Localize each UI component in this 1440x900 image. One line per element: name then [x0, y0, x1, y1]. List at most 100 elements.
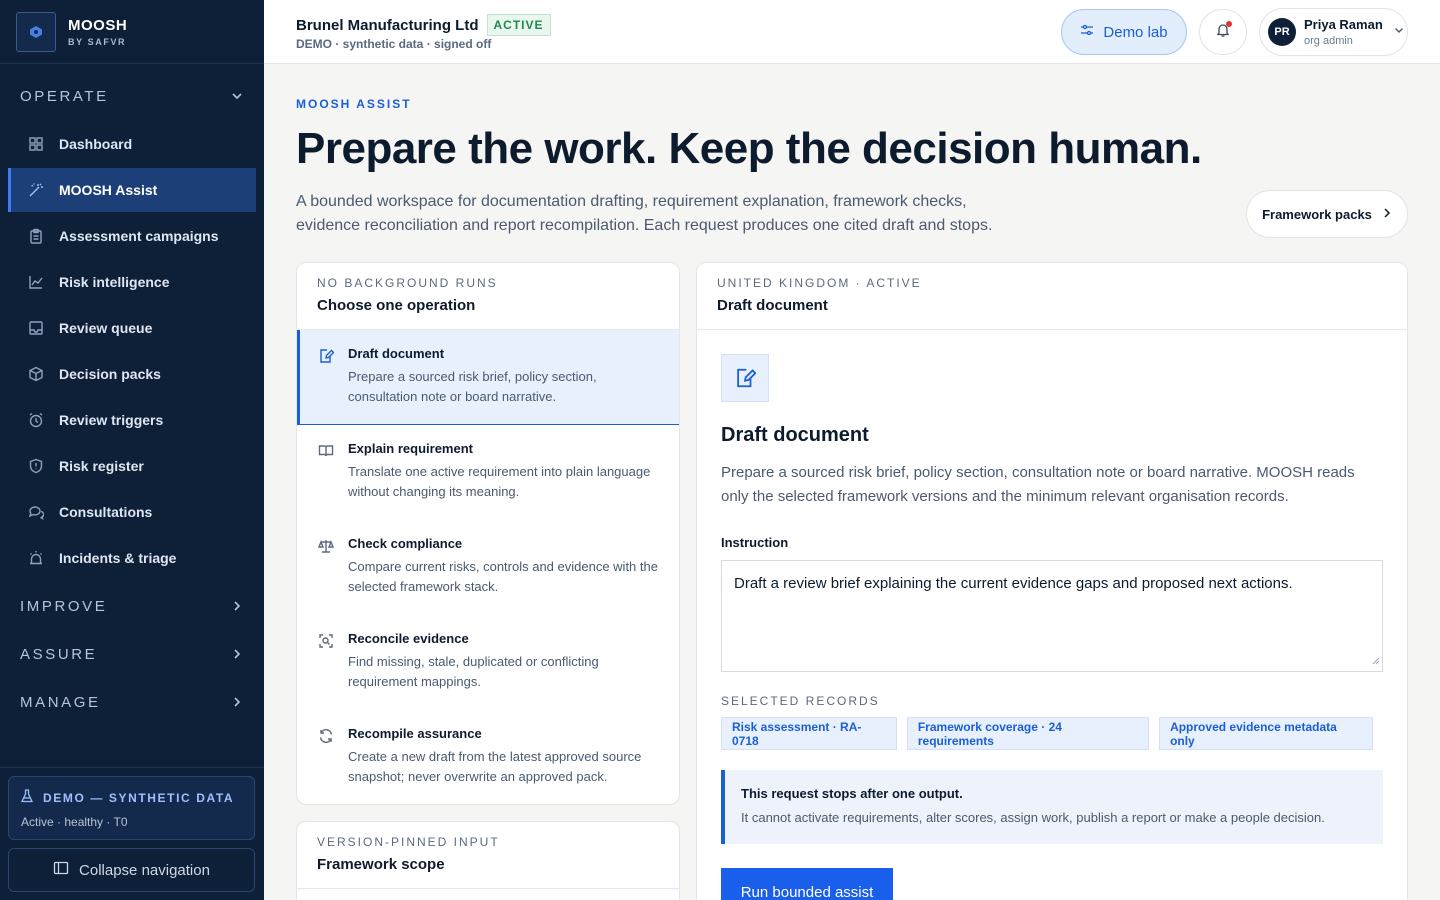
status-badge: ACTIVE	[486, 14, 551, 36]
notice-title: This request stops after one output.	[741, 786, 963, 801]
demo-lab-label: Demo lab	[1103, 23, 1168, 41]
record-chip[interactable]: Approved evidence metadata only	[1159, 717, 1373, 750]
sidebar-panel-icon	[53, 861, 69, 879]
sidebar-item-review-queue[interactable]: Review queue	[8, 306, 256, 350]
sidebar-item-label: Review triggers	[59, 412, 164, 428]
operation-title: Explain requirement	[348, 441, 473, 456]
collapse-navigation-button[interactable]: Collapse navigation	[8, 848, 255, 892]
sidebar-item-label: Decision packs	[59, 366, 161, 382]
siren-icon	[27, 549, 45, 567]
detail-description: Prepare a sourced risk brief, policy sec…	[721, 464, 1355, 505]
operation-reconcile-evidence[interactable]: Reconcile evidence Find missing, stale, …	[297, 615, 679, 710]
nav-group-label: MANAGE	[20, 693, 101, 711]
demo-status: Active · healthy · T0	[21, 815, 128, 829]
record-chip[interactable]: Risk assessment · RA-0718	[721, 717, 897, 750]
nav-group-assure[interactable]: ASSURE	[0, 630, 264, 678]
operation-explain-requirement[interactable]: Explain requirement Translate one active…	[297, 425, 679, 520]
nav-group-operate[interactable]: OPERATE	[0, 72, 264, 120]
sidebar-item-risk-intelligence[interactable]: Risk intelligence	[8, 260, 256, 304]
demo-status-box[interactable]: DEMO — SYNTHETIC DATA Active · healthy ·…	[8, 776, 255, 840]
alarm-clock-icon	[27, 411, 45, 429]
scales-icon	[317, 538, 335, 559]
edit-document-icon	[721, 354, 769, 402]
notifications-button[interactable]	[1199, 9, 1247, 55]
detail-card: UNITED KINGDOM · ACTIVE Draft document D…	[696, 262, 1408, 900]
operation-draft-document[interactable]: Draft document Prepare a sourced risk br…	[297, 330, 679, 425]
operation-recompile-assurance[interactable]: Recompile assurance Create a new draft f…	[297, 710, 679, 804]
sidebar-item-label: Assessment campaigns	[59, 228, 219, 244]
sidebar-item-decision-packs[interactable]: Decision packs	[8, 352, 256, 396]
open-book-icon	[318, 443, 334, 464]
chevron-down-icon	[232, 93, 242, 100]
card-eyebrow: UNITED KINGDOM · ACTIVE	[717, 276, 922, 290]
selected-records-label: SELECTED RECORDS	[721, 694, 880, 708]
resize-handle-icon[interactable]	[1372, 652, 1380, 669]
sidebar: MOOSH BY SAFVR OPERATE Dashboard MOOSH A…	[0, 0, 264, 900]
nav-group-label: IMPROVE	[20, 597, 108, 615]
sidebar-divider	[0, 767, 264, 768]
user-role: org admin	[1304, 35, 1353, 47]
sidebar-item-review-triggers[interactable]: Review triggers	[8, 398, 256, 442]
clipboard-icon	[27, 227, 45, 245]
sidebar-item-label: Risk intelligence	[59, 274, 170, 290]
record-chip[interactable]: Framework coverage · 24 requirements	[906, 717, 1150, 750]
nav-group-label: ASSURE	[20, 645, 98, 663]
brand-name: MOOSH	[68, 16, 128, 34]
operation-title: Recompile assurance	[348, 726, 482, 741]
operation-desc: Create a new draft from the latest appro…	[348, 749, 642, 784]
sidebar-item-assessment-campaigns[interactable]: Assessment campaigns	[8, 214, 256, 258]
operation-check-compliance[interactable]: Check compliance Compare current risks, …	[297, 520, 679, 615]
sidebar-item-risk-register[interactable]: Risk register	[8, 444, 256, 488]
operation-desc: Find missing, stale, duplicated or confl…	[348, 654, 599, 689]
instruction-value: Draft a review brief explaining the curr…	[734, 575, 1293, 592]
operation-title: Check compliance	[348, 536, 463, 551]
scan-search-icon	[318, 633, 334, 654]
sidebar-item-label: Consultations	[59, 504, 153, 520]
edit-document-icon	[318, 348, 335, 369]
sidebar-item-moosh-assist[interactable]: MOOSH Assist	[8, 168, 256, 212]
brand[interactable]: MOOSH BY SAFVR	[0, 0, 264, 64]
grid-icon	[27, 135, 45, 153]
operation-title: Reconcile evidence	[348, 631, 469, 646]
demo-title: DEMO — SYNTHETIC DATA	[43, 790, 235, 805]
notification-dot	[1226, 21, 1232, 27]
org-name: Brunel Manufacturing Ltd	[296, 16, 479, 34]
selected-records: Risk assessment · RA-0718 Framework cove…	[721, 717, 1383, 750]
instruction-label: Instruction	[721, 535, 789, 550]
nav-group-manage[interactable]: MANAGE	[0, 678, 264, 726]
chat-bubbles-icon	[27, 503, 45, 521]
framework-packs-button[interactable]: Framework packs	[1246, 190, 1408, 238]
chevron-right-icon	[1382, 207, 1392, 222]
sidebar-item-consultations[interactable]: Consultations	[8, 490, 256, 534]
instruction-textarea[interactable]: Draft a review brief explaining the curr…	[721, 560, 1383, 672]
demo-lab-button[interactable]: Demo lab	[1061, 9, 1187, 55]
chevron-right-icon	[234, 697, 241, 707]
org-subtitle: DEMO · synthetic data · signed off	[296, 37, 492, 51]
operations-card: NO BACKGROUND RUNS Choose one operation …	[296, 262, 680, 805]
nav-group-improve[interactable]: IMPROVE	[0, 582, 264, 630]
operation-title: Draft document	[348, 346, 445, 361]
chevron-right-icon	[234, 649, 241, 659]
sidebar-item-label: Review queue	[59, 320, 153, 336]
chevron-right-icon	[234, 601, 241, 611]
inbox-icon	[27, 319, 45, 337]
user-menu[interactable]: PR Priya Raman org admin	[1259, 8, 1408, 56]
operation-desc: Prepare a sourced risk brief, policy sec…	[348, 369, 597, 404]
brand-logo-icon	[16, 11, 56, 52]
sliders-icon	[1080, 23, 1094, 41]
sidebar-item-incidents-triage[interactable]: Incidents & triage	[8, 536, 256, 580]
page-description: A bounded workspace for documentation dr…	[296, 193, 993, 234]
wand-icon	[27, 181, 45, 199]
sidebar-item-label: Dashboard	[59, 136, 133, 152]
chevron-down-icon	[1393, 23, 1405, 41]
sidebar-item-label: MOOSH Assist	[59, 182, 158, 198]
run-bounded-assist-button[interactable]: Run bounded assist	[721, 868, 893, 900]
framework-packs-label: Framework packs	[1262, 206, 1372, 222]
sidebar-item-label: Incidents & triage	[59, 550, 177, 566]
page-eyebrow: MOOSH ASSIST	[296, 97, 412, 111]
sidebar-item-label: Risk register	[59, 458, 144, 474]
sidebar-item-dashboard[interactable]: Dashboard	[8, 122, 256, 166]
collapse-label: Collapse navigation	[79, 861, 210, 879]
framework-scope-card: VERSION-PINNED INPUT Framework scope	[296, 821, 680, 900]
shield-icon	[27, 457, 45, 475]
